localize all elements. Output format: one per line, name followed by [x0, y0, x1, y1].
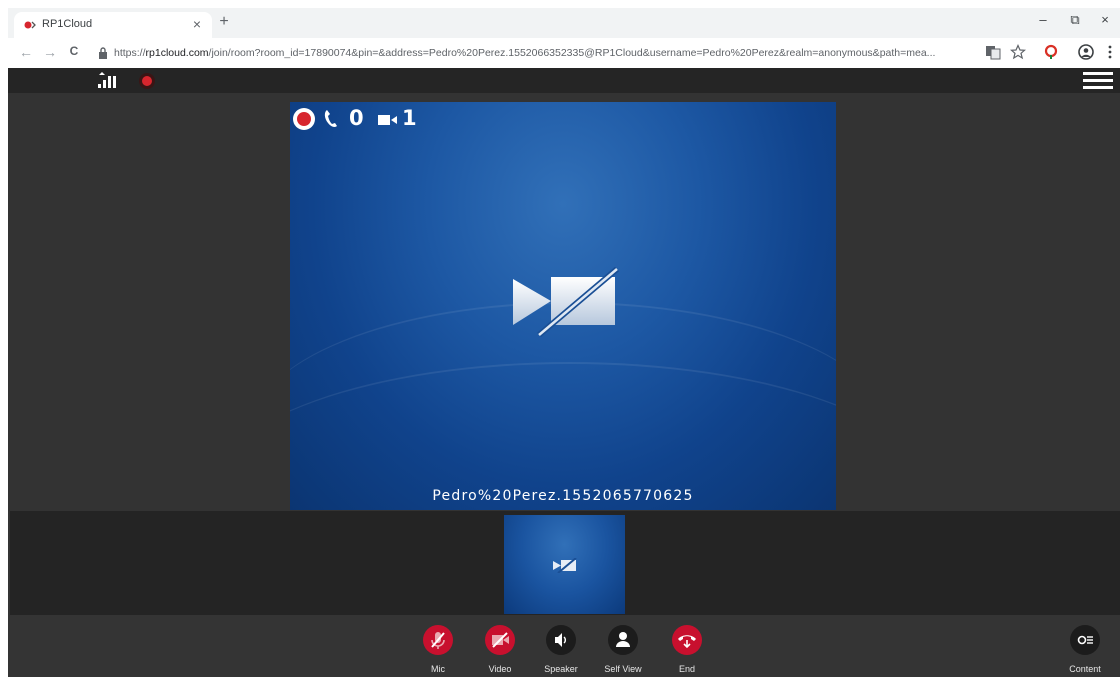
translate-icon[interactable]: [985, 44, 1001, 60]
speaker-button[interactable]: [546, 625, 576, 655]
account-icon[interactable]: [1078, 44, 1094, 60]
mic-muted-icon: [431, 632, 445, 649]
browser-tab-bar: RP1Cloud × + – ⧉ ×: [8, 8, 1120, 38]
camera-off-icon: [513, 267, 619, 337]
new-tab-button[interactable]: +: [216, 13, 232, 31]
end-label: End: [678, 664, 695, 674]
person-icon: [616, 632, 630, 647]
menu-dots-icon[interactable]: [1102, 44, 1118, 60]
speaker-label: Speaker: [544, 664, 578, 674]
restore-button[interactable]: ⧉: [1060, 12, 1090, 28]
content-share-icon: [1077, 635, 1093, 645]
star-icon[interactable]: [1010, 44, 1026, 60]
mic-button[interactable]: [423, 625, 453, 655]
reload-button[interactable]: C: [66, 44, 82, 58]
audio-participant-count: 0: [349, 106, 364, 130]
self-view-button[interactable]: [608, 625, 638, 655]
video-off-icon: [492, 632, 509, 648]
tab-title: RP1Cloud: [42, 18, 93, 30]
minimize-button[interactable]: –: [1028, 12, 1058, 27]
self-view-thumbnail[interactable]: [504, 515, 625, 614]
browser-address-bar: ← → C https://rp1cloud.com/join/room?roo…: [8, 38, 1120, 68]
phone-icon: [324, 110, 337, 127]
video-participant-count: 1: [402, 106, 417, 130]
mic-label: Mic: [431, 664, 445, 674]
browser-tab[interactable]: RP1Cloud ×: [14, 12, 212, 38]
hang-up-icon: [678, 635, 696, 649]
extension-icon[interactable]: [1043, 44, 1059, 60]
video-label: Video: [488, 664, 512, 674]
rp1cloud-favicon-icon: [24, 21, 36, 29]
video-call-app: 0 1 Pedro%20Perez.1552065770625 Mic Vide…: [8, 68, 1120, 677]
speaker-icon: [555, 633, 566, 647]
hamburger-menu-icon[interactable]: [1083, 72, 1113, 90]
url-field[interactable]: https://rp1cloud.com/join/room?room_id=1…: [96, 42, 1004, 64]
content-label: Content: [1069, 664, 1101, 674]
video-button[interactable]: [485, 625, 515, 655]
back-button[interactable]: ←: [18, 44, 34, 60]
self-view-label: Self View: [604, 664, 642, 674]
recording-icon: [293, 108, 315, 130]
filmstrip: [10, 511, 1120, 615]
signal-strength-icon[interactable]: [97, 71, 121, 89]
participant-name: Pedro%20Perez.1552065770625: [432, 488, 694, 504]
end-call-button[interactable]: [672, 625, 702, 655]
tab-close-icon[interactable]: ×: [190, 16, 204, 32]
forward-button[interactable]: →: [42, 44, 58, 60]
close-window-button[interactable]: ×: [1090, 12, 1120, 27]
app-header: [8, 68, 1120, 93]
call-controls-toolbar: Mic Video Speaker Self View End Content: [8, 615, 1120, 677]
lock-icon: [99, 47, 107, 59]
camera-off-icon: [553, 558, 577, 573]
main-video-tile[interactable]: 0 1 Pedro%20Perez.1552065770625: [290, 102, 836, 510]
url-text: https://rp1cloud.com/join/room?room_id=1…: [114, 47, 936, 59]
main-stage: 0 1 Pedro%20Perez.1552065770625: [8, 93, 1120, 511]
content-button[interactable]: [1070, 625, 1100, 655]
recording-indicator-icon: [139, 73, 155, 89]
video-camera-icon: [378, 115, 397, 125]
